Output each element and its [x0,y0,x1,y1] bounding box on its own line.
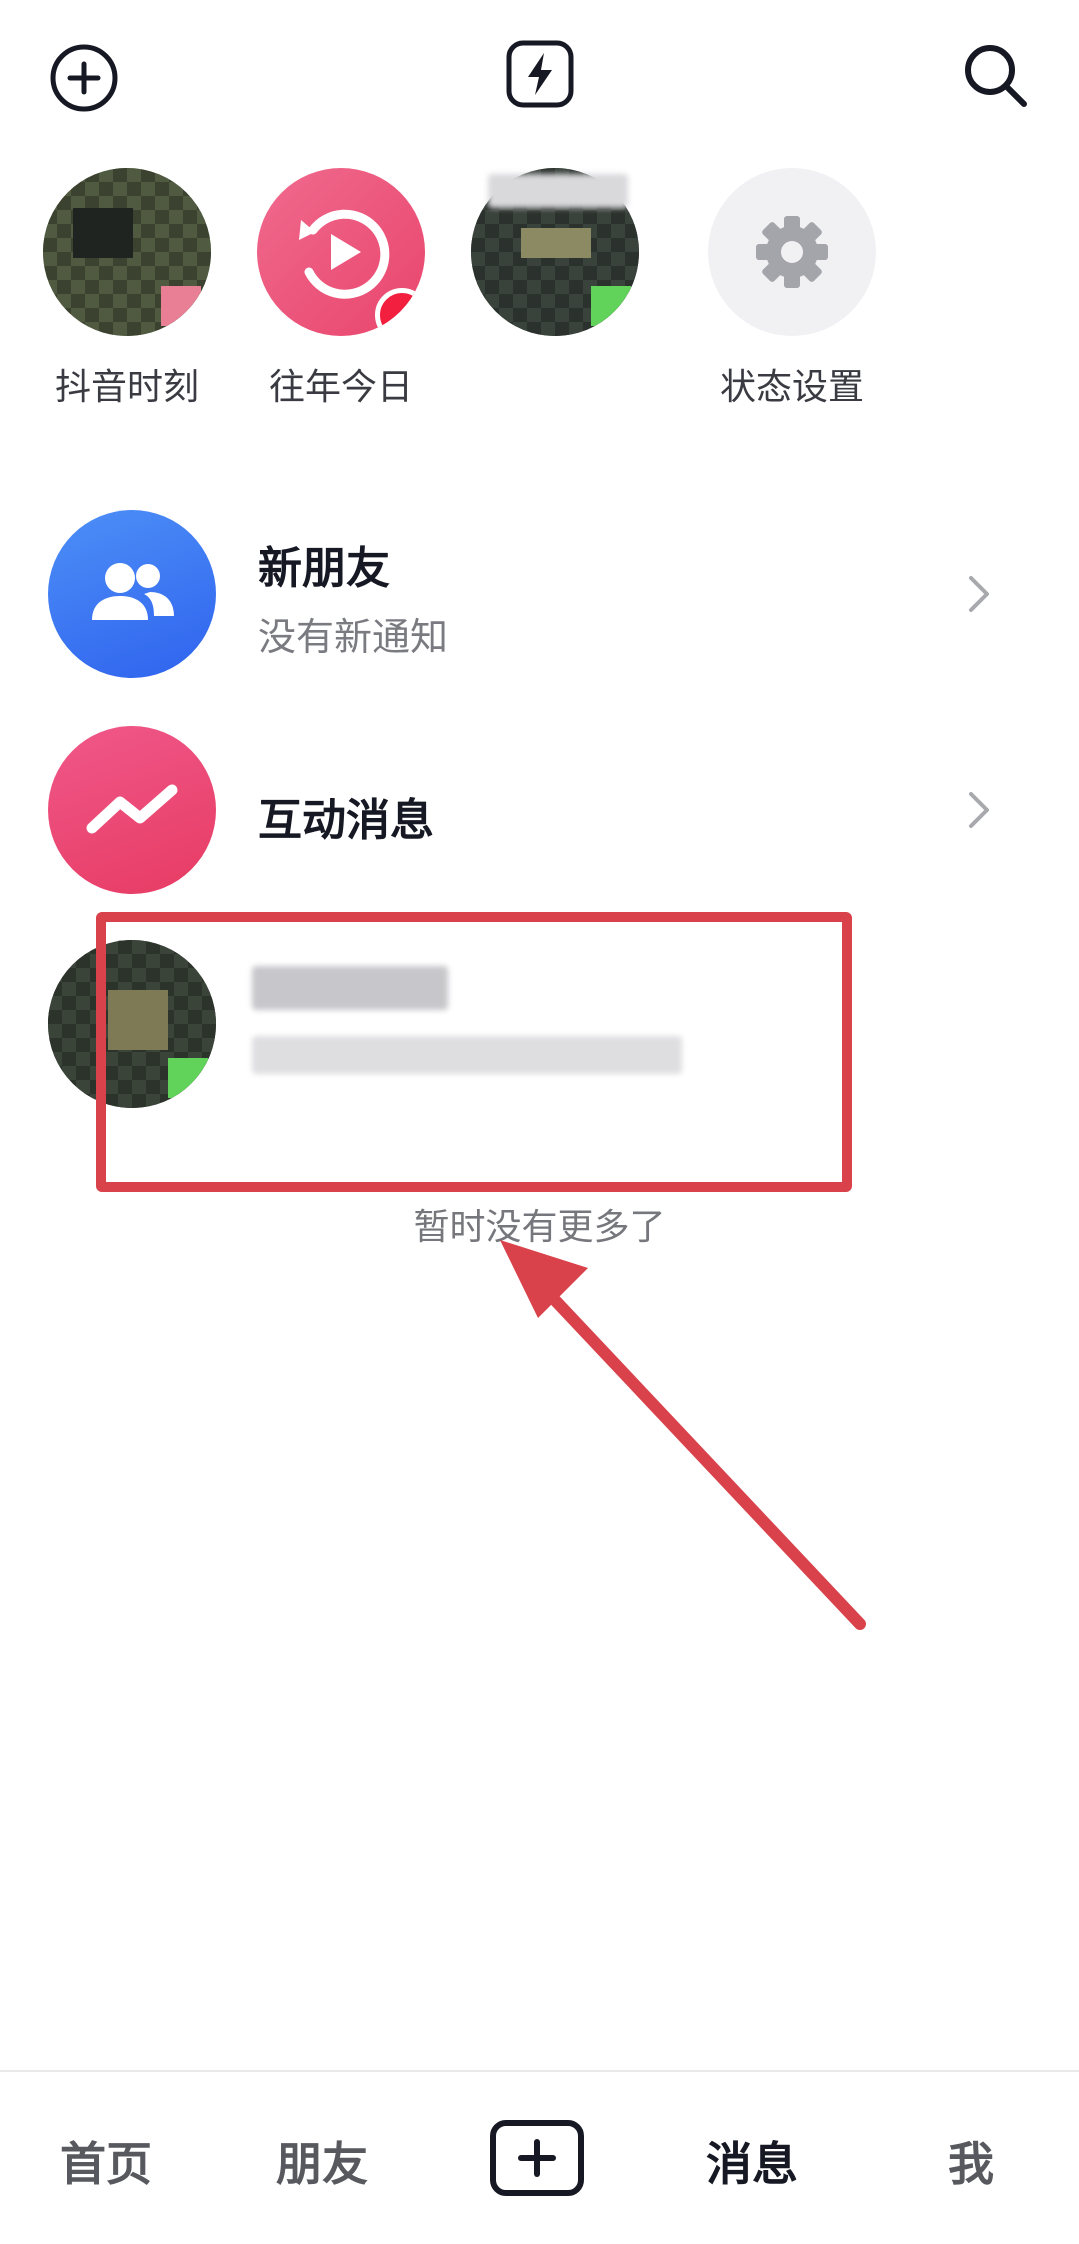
story-label: 抖音时刻 [54,367,199,404]
annotation-highlight-box [96,912,852,1192]
story-label: 状态设置 [719,367,864,404]
search-button[interactable] [956,36,1036,116]
nav-friends[interactable]: 朋友 [276,2128,368,2194]
chevron-right-icon [969,792,989,828]
chevron-right-icon [969,576,989,612]
story-label [470,174,640,404]
plus-icon [518,2139,556,2177]
new-friends-avatar [48,510,216,678]
search-icon [965,45,1027,107]
story-status-settings[interactable]: 状态设置 [707,168,877,404]
lightning-icon [506,40,574,108]
interactions-row[interactable]: 互动消息 [0,726,1079,896]
interactions-avatar [48,726,216,894]
people-icon [92,563,174,620]
gear-icon [756,216,828,288]
zigzag-icon [86,784,178,834]
settings-avatar [708,168,876,336]
nav-me[interactable]: 我 [948,2128,994,2194]
nav-messages[interactable]: 消息 [706,2128,798,2194]
nav-publish-button[interactable] [490,2120,584,2196]
interactions-title: 互动消息 [258,795,434,846]
add-circle-icon [50,44,118,112]
story-on-this-day[interactable]: 往年今日 [256,168,426,404]
story-label: 往年今日 [268,367,413,404]
story-douyin-moment[interactable]: 抖音时刻 [42,168,212,404]
story-avatar [43,168,211,336]
memory-avatar [257,168,425,336]
new-friends-row[interactable]: 新朋友 没有新通知 [0,510,1079,680]
flash-button[interactable] [502,36,578,112]
new-friends-subtitle: 没有新通知 [258,615,449,659]
no-more-text: 暂时没有更多了 [413,1207,666,1248]
add-button[interactable] [46,40,122,116]
new-friends-title: 新朋友 [258,543,390,594]
nav-home[interactable]: 首页 [60,2128,152,2194]
story-friend[interactable] [470,168,640,404]
bottom-navigation: 首页 朋友 消息 我 [0,2070,1079,2244]
